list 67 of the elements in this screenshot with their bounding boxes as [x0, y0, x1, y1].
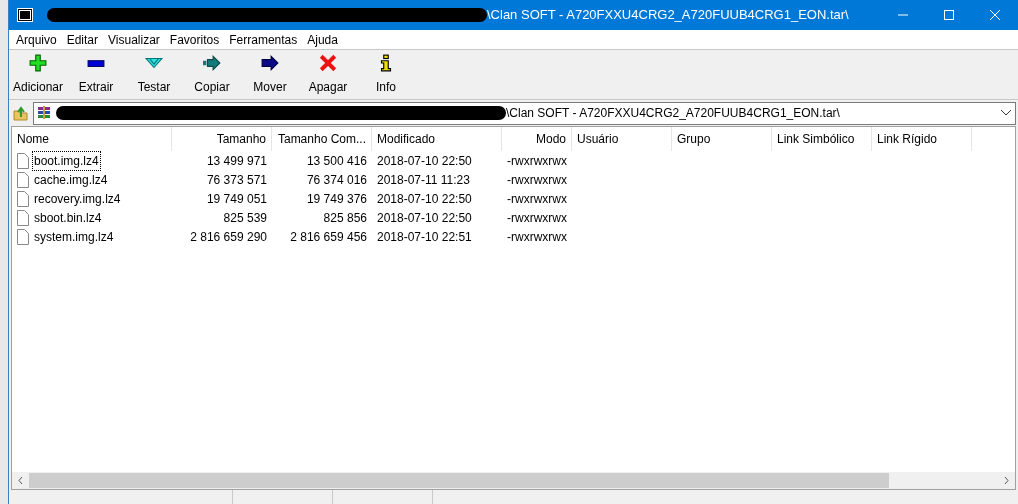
toolbar-button[interactable]: Testar: [125, 54, 183, 96]
maximize-icon: [944, 10, 954, 20]
file-icon: [17, 228, 29, 245]
table-cell-text: 2018-07-10 22:50: [376, 190, 473, 208]
table-cell-text: 2 816 659 290: [189, 228, 268, 246]
toolbar-button[interactable]: Info: [357, 54, 415, 96]
toolbar-button[interactable]: Extrair: [67, 54, 125, 96]
close-icon: [990, 10, 1000, 20]
window-title: \Clan SOFT - A720FXXU4CRG2_A720FUUB4CRG1_EON.tar\: [487, 6, 849, 25]
dropdown-caret-icon[interactable]: [1001, 110, 1011, 116]
column-header[interactable]: Link Rígido: [872, 127, 972, 151]
table-cell-text: 2 816 659 456: [289, 228, 368, 246]
plus-icon: [28, 54, 48, 72]
column-header[interactable]: Usuário: [572, 127, 672, 151]
file-name[interactable]: cache.img.lz4: [33, 170, 109, 189]
cross-icon: [318, 54, 338, 72]
menu-item[interactable]: Arquivo: [11, 30, 62, 49]
table-cell-text: 19 749 376: [305, 190, 368, 208]
table-cell-text: 2018-07-10 22:50: [376, 152, 473, 170]
menu-item[interactable]: Ajuda: [302, 30, 343, 49]
column-header[interactable]: Nome: [12, 127, 172, 151]
table-cell-text: 825 539: [222, 209, 268, 227]
table-cell-text: 13 500 416: [305, 152, 368, 170]
table-cell-text: 76 373 571: [205, 171, 268, 189]
address-path: \Clan SOFT - A720FXXU4CRG2_A720FUUB4CRG1_EON.tar\: [506, 105, 840, 122]
table-cell-text: -rwxrwxrwx: [506, 228, 568, 246]
table-cell-text: -rwxrwxrwx: [506, 152, 568, 170]
table-cell-text: 2018-07-11 11:23: [376, 171, 471, 189]
horizontal-scrollbar[interactable]: [12, 472, 1015, 489]
file-icon: [17, 190, 29, 207]
file-icon: [17, 171, 29, 188]
folder-up-icon[interactable]: [13, 105, 29, 121]
toolbar-button[interactable]: Adicionar: [9, 54, 67, 96]
arrow-icon: [202, 54, 222, 72]
file-name[interactable]: sboot.bin.lz4: [33, 208, 103, 227]
file-icon: [17, 152, 29, 169]
arrow-icon: [260, 54, 280, 72]
table-cell-text: 76 374 016: [305, 171, 368, 189]
table-cell-text: 19 749 051: [205, 190, 268, 208]
file-icon: [17, 209, 29, 226]
address-field[interactable]: \Clan SOFT - A720FXXU4CRG2_A720FUUB4CRG1_EON.tar\: [33, 101, 1016, 125]
table-cell-text: 825 856: [322, 209, 368, 227]
menu-item[interactable]: Visualizar: [103, 30, 165, 49]
table-cell-text: 2018-07-10 22:50: [376, 209, 473, 227]
table-cell-text: -rwxrwxrwx: [506, 190, 568, 208]
table-cell-text: -rwxrwxrwx: [506, 209, 568, 227]
column-header[interactable]: Modificado: [372, 127, 502, 151]
scrollbar-thumb[interactable]: [29, 473, 889, 488]
toolbar-button[interactable]: Apagar: [299, 54, 357, 96]
menu-item[interactable]: Ferramentas: [224, 30, 303, 49]
table-cell-text: -rwxrwxrwx: [506, 171, 568, 189]
file-name[interactable]: recovery.img.lz4: [33, 189, 122, 208]
toolbar-button[interactable]: Copiar: [183, 54, 241, 96]
file-name[interactable]: system.img.lz4: [33, 227, 115, 246]
table-cell-text: 13 499 971: [205, 152, 268, 170]
table-cell-text: 2018-07-10 22:51: [376, 228, 473, 246]
column-header[interactable]: Modo: [502, 127, 572, 151]
column-header[interactable]: Link Simbólico: [772, 127, 872, 151]
toolbar-button[interactable]: Mover: [241, 54, 299, 96]
archive-icon: [36, 105, 52, 121]
file-name[interactable]: boot.img.lz4: [33, 151, 100, 170]
column-header[interactable]: Grupo: [672, 127, 772, 151]
column-header[interactable]: Tamanho Com...: [272, 127, 372, 151]
menu-item[interactable]: Favoritos: [164, 30, 225, 49]
app-icon: [17, 8, 33, 22]
menu-item[interactable]: Editar: [61, 30, 104, 49]
column-header[interactable]: Tamanho: [172, 127, 272, 151]
